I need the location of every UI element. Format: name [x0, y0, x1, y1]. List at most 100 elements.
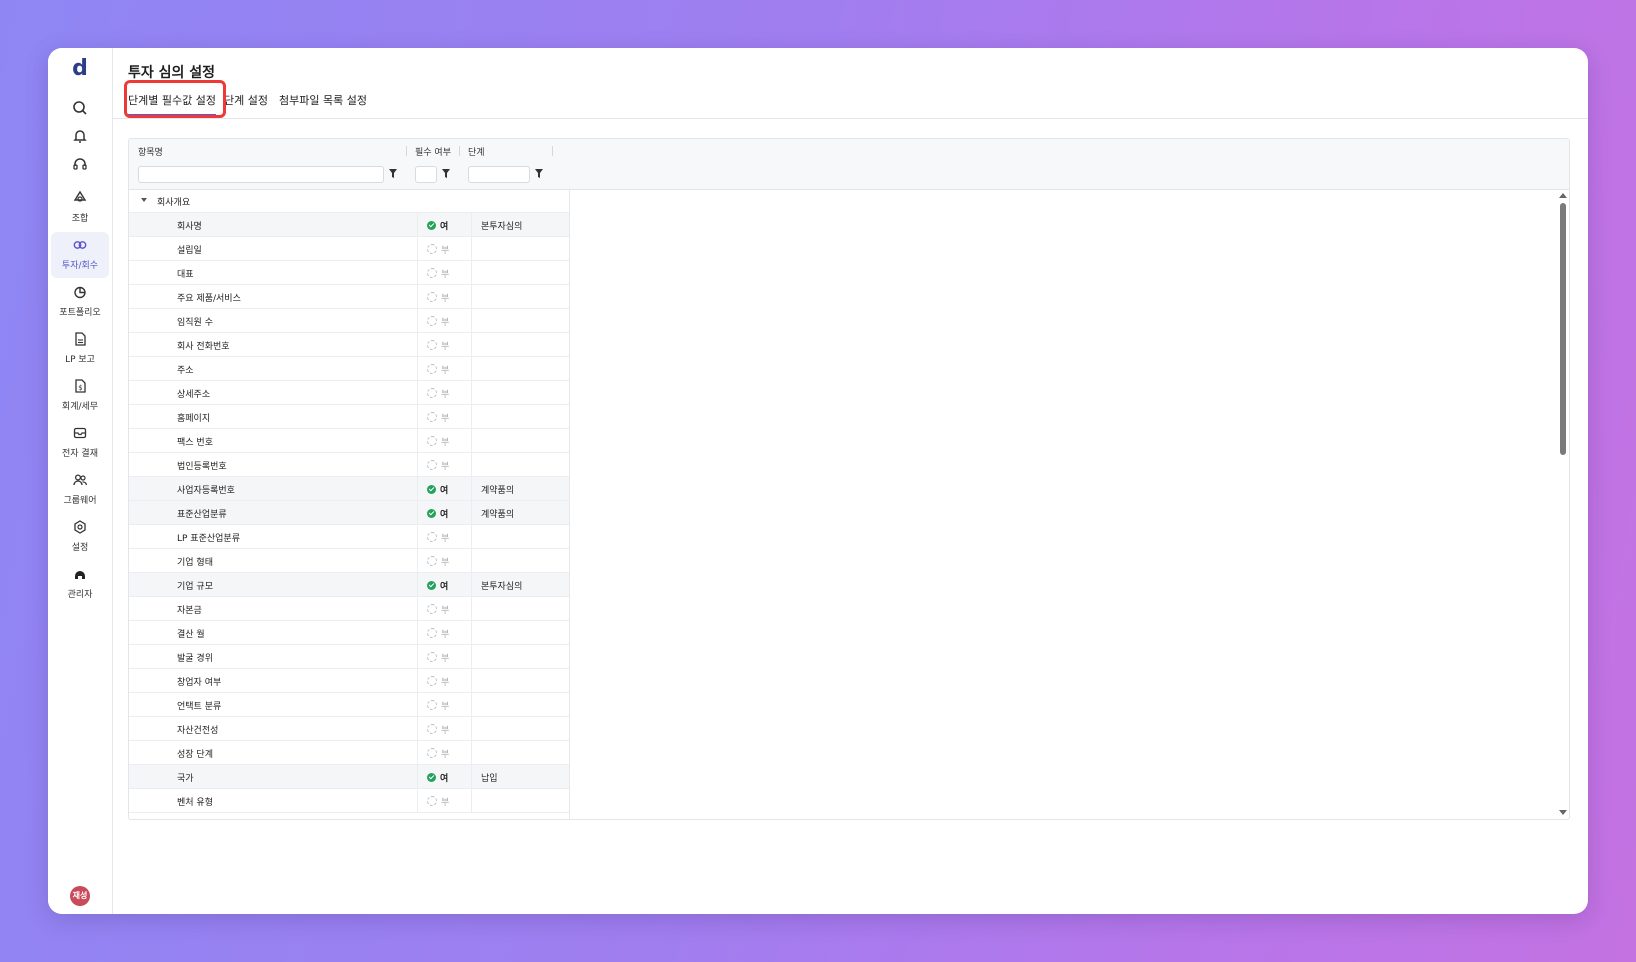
- table-row[interactable]: 언택트 분류 부: [129, 693, 569, 717]
- required-toggle[interactable]: 부: [427, 723, 449, 736]
- required-toggle[interactable]: 부: [427, 627, 449, 640]
- stage-cell[interactable]: 계약품의: [481, 483, 514, 496]
- cell-divider: [471, 693, 472, 717]
- required-filter-input[interactable]: [415, 166, 437, 183]
- group-label: 회사개요: [157, 198, 191, 208]
- required-toggle[interactable]: 부: [427, 675, 449, 688]
- sidebar-item-admin[interactable]: 관리자: [51, 561, 109, 607]
- required-toggle[interactable]: 여: [427, 507, 448, 520]
- table-row[interactable]: 임직원 수 부: [129, 309, 569, 333]
- required-toggle[interactable]: 부: [427, 555, 449, 568]
- vertical-scrollbar[interactable]: [1557, 189, 1569, 819]
- scroll-down-icon[interactable]: [1559, 810, 1567, 815]
- required-toggle[interactable]: 부: [427, 603, 449, 616]
- table-row[interactable]: 설립일 부: [129, 237, 569, 261]
- stage-filter-input[interactable]: [468, 166, 530, 183]
- field-name: 상세주소: [177, 390, 211, 400]
- table-row[interactable]: 자본금 부: [129, 597, 569, 621]
- check-circle-icon: [427, 485, 436, 494]
- app-logo[interactable]: d: [48, 56, 112, 81]
- filter-icon[interactable]: [442, 169, 450, 178]
- required-toggle[interactable]: 여: [427, 771, 448, 784]
- group-row[interactable]: 회사개요: [129, 189, 569, 213]
- table-row[interactable]: 팩스 번호 부: [129, 429, 569, 453]
- avatar[interactable]: 재성: [70, 886, 90, 906]
- required-toggle[interactable]: 여: [427, 579, 448, 592]
- column-separator[interactable]: [459, 146, 460, 156]
- table-row[interactable]: 표준산업분류 여 계약품의: [129, 501, 569, 525]
- table-row[interactable]: 창업자 여부 부: [129, 669, 569, 693]
- stage-cell[interactable]: 본투자심의: [481, 219, 522, 232]
- table-row[interactable]: 기업 규모 여 본투자심의: [129, 573, 569, 597]
- table-row[interactable]: 자산건전성 부: [129, 717, 569, 741]
- tab-stage-settings[interactable]: 단계 설정: [224, 92, 268, 108]
- table-row[interactable]: LP 표준산업분류 부: [129, 525, 569, 549]
- table-row[interactable]: 법인등록번호 부: [129, 453, 569, 477]
- required-label: 부: [441, 798, 450, 808]
- bell-icon[interactable]: [70, 126, 90, 146]
- sidebar-item-investment[interactable]: 투자/회수: [51, 232, 109, 278]
- tab-attachment-list[interactable]: 첨부파일 목록 설정: [279, 92, 367, 108]
- required-toggle[interactable]: 부: [427, 387, 449, 400]
- cell-divider: [417, 597, 418, 621]
- stage-cell[interactable]: 계약품의: [481, 507, 514, 520]
- headset-icon[interactable]: [70, 154, 90, 174]
- name-filter-input[interactable]: [138, 166, 384, 183]
- stage-cell[interactable]: 납입: [481, 771, 498, 784]
- required-toggle[interactable]: 부: [427, 795, 449, 808]
- table-row[interactable]: 회사 전화번호 부: [129, 333, 569, 357]
- table-row[interactable]: 상세주소 부: [129, 381, 569, 405]
- field-name: 벤처 유형: [177, 798, 213, 808]
- sidebar-item-accounting[interactable]: $ 회계/세무: [51, 373, 109, 419]
- column-separator[interactable]: [552, 146, 553, 156]
- caret-down-icon[interactable]: [141, 198, 147, 202]
- table-row[interactable]: 사업자등록번호 여 계약품의: [129, 477, 569, 501]
- scroll-up-icon[interactable]: [1559, 193, 1567, 198]
- sidebar-item-groupware[interactable]: 그룹웨어: [51, 467, 109, 513]
- required-toggle[interactable]: 부: [427, 651, 449, 664]
- required-toggle[interactable]: 부: [427, 531, 449, 544]
- search-icon[interactable]: [70, 98, 90, 118]
- sidebar-item-portfolio[interactable]: 포트폴리오: [51, 279, 109, 325]
- sidebar-item-lp-report[interactable]: LP 보고: [51, 326, 109, 372]
- table-row[interactable]: 주요 제품/서비스 부: [129, 285, 569, 309]
- stage-cell[interactable]: 본투자심의: [481, 579, 522, 592]
- invoice-icon: $: [75, 379, 86, 393]
- table-row[interactable]: 결산 월 부: [129, 621, 569, 645]
- required-toggle[interactable]: 부: [427, 315, 449, 328]
- table-row[interactable]: 대표 부: [129, 261, 569, 285]
- required-toggle[interactable]: 부: [427, 291, 449, 304]
- required-toggle[interactable]: 부: [427, 243, 449, 256]
- filter-icon[interactable]: [535, 169, 543, 178]
- sidebar-item-settings[interactable]: 설정: [51, 514, 109, 560]
- filter-icon[interactable]: [389, 169, 397, 178]
- cell-divider: [417, 669, 418, 693]
- table-row[interactable]: 성장 단계 부: [129, 741, 569, 765]
- table-row[interactable]: 홈페이지 부: [129, 405, 569, 429]
- table-row[interactable]: 국가 여 납입: [129, 765, 569, 789]
- required-toggle[interactable]: 부: [427, 435, 449, 448]
- required-toggle[interactable]: 부: [427, 747, 449, 760]
- required-toggle[interactable]: 부: [427, 339, 449, 352]
- required-toggle[interactable]: 부: [427, 267, 449, 280]
- sidebar-item-approval[interactable]: 전자 결재: [51, 420, 109, 466]
- column-separator[interactable]: [406, 146, 407, 156]
- table-row[interactable]: 발굴 경위 부: [129, 645, 569, 669]
- column-header-stage[interactable]: 단계: [468, 145, 485, 158]
- scroll-thumb[interactable]: [1560, 203, 1566, 455]
- grid-body: 회사개요 회사명 여 본투자심의 설립일 부 대표 부 주요 제품/서비스 부 임직원 수 부 회사 …: [129, 189, 1569, 819]
- required-toggle[interactable]: 부: [427, 363, 449, 376]
- required-toggle[interactable]: 부: [427, 459, 449, 472]
- required-label: 부: [441, 654, 450, 664]
- required-toggle[interactable]: 여: [427, 483, 448, 496]
- table-row[interactable]: 벤처 유형 부: [129, 789, 569, 813]
- table-row[interactable]: 기업 형태 부: [129, 549, 569, 573]
- column-header-required[interactable]: 필수 여부: [415, 145, 451, 158]
- column-header-name[interactable]: 항목명: [138, 145, 163, 158]
- table-row[interactable]: 회사명 여 본투자심의: [129, 213, 569, 237]
- required-toggle[interactable]: 부: [427, 699, 449, 712]
- table-row[interactable]: 주소 부: [129, 357, 569, 381]
- required-toggle[interactable]: 부: [427, 411, 449, 424]
- sidebar-item-fund[interactable]: 조합: [51, 185, 109, 231]
- required-toggle[interactable]: 여: [427, 219, 448, 232]
